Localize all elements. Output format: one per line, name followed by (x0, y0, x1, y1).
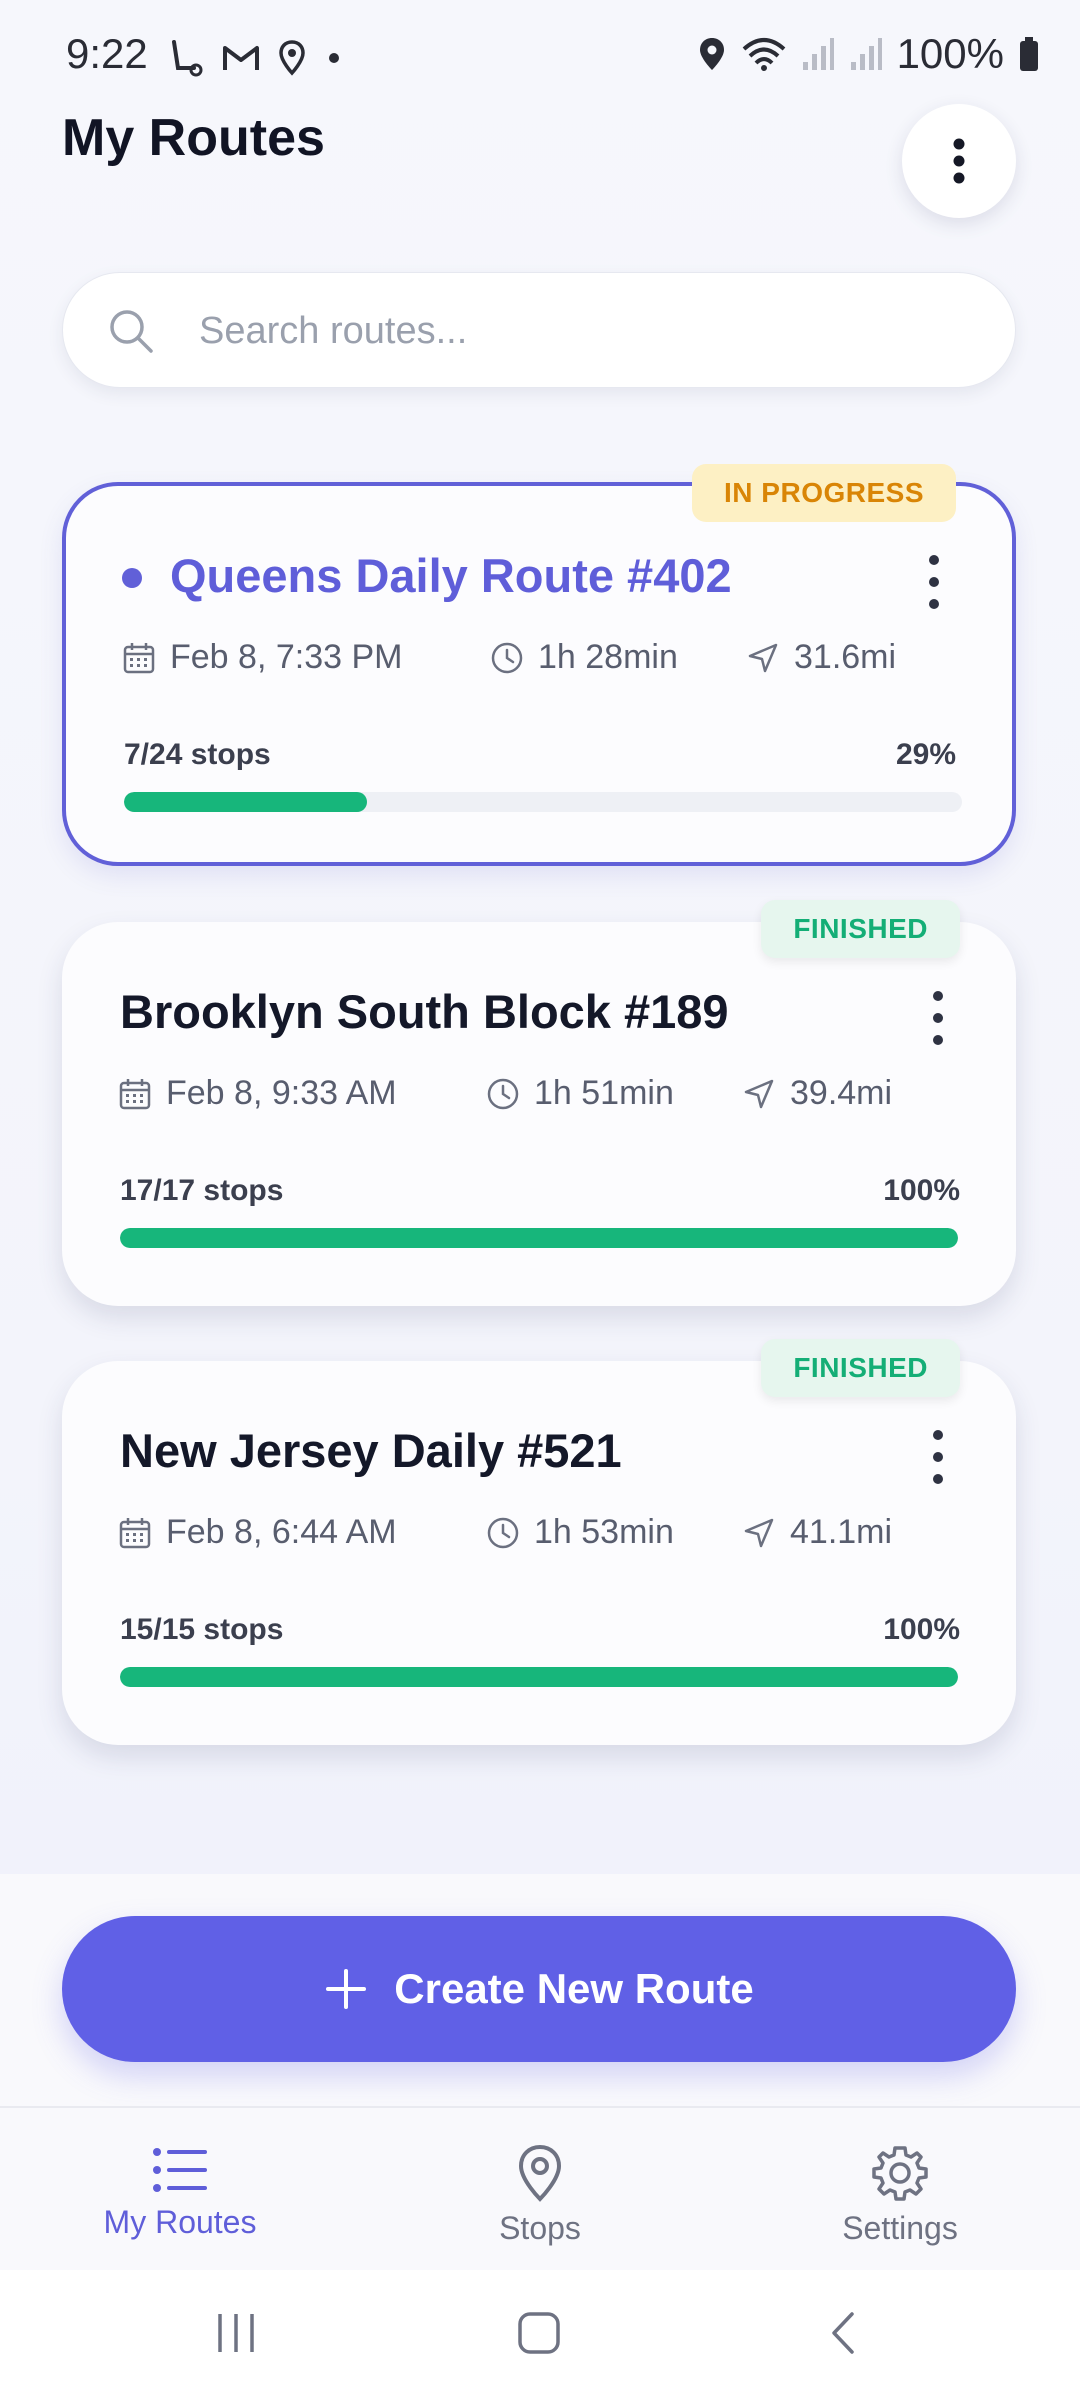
scooter-icon (172, 40, 203, 77)
route-date: Feb 8, 7:33 PM (122, 638, 402, 677)
status-notification-icons (166, 38, 344, 78)
search-bar[interactable] (62, 272, 1016, 388)
route-card[interactable]: FINISHED New Jersey Daily #521 Feb 8, 6:… (62, 1339, 1016, 1745)
progress-percent: 29% (895, 738, 956, 771)
progress-bar (124, 792, 962, 812)
status-bar: 9:22 100% (0, 0, 1080, 120)
gear-icon (872, 2146, 928, 2201)
nav-item-my-routes[interactable]: My Routes (60, 2144, 300, 2241)
wifi-icon (742, 38, 785, 71)
route-date-text: Feb 8, 6:44 AM (166, 1513, 397, 1551)
more-vertical-icon (953, 138, 965, 184)
status-system-icons: 100% (697, 30, 1040, 78)
route-distance: 31.6mi (746, 638, 896, 677)
route-duration: 1h 28min (490, 638, 678, 677)
route-distance-text: 41.1mi (790, 1513, 893, 1551)
route-distance-text: 31.6mi (794, 638, 897, 676)
route-title: New Jersey Daily #521 (120, 1424, 622, 1477)
route-card[interactable]: FINISHED Brooklyn South Block #189 Feb 8… (62, 900, 1016, 1306)
system-navigation-bar (0, 2270, 1080, 2400)
route-date-text: Feb 8, 9:33 AM (166, 1074, 397, 1112)
progress-percent: 100% (883, 1613, 960, 1646)
route-duration-text: 1h 28min (538, 638, 678, 676)
progress-percent: 100% (883, 1174, 960, 1207)
route-duration: 1h 51min (486, 1074, 674, 1113)
nav-label: My Routes (103, 2204, 257, 2240)
progress-bar (120, 1667, 958, 1687)
route-meta: Feb 8, 6:44 AM 1h 53min 41.1mi (118, 1513, 978, 1563)
signal-icon-2 (850, 38, 882, 70)
search-input[interactable] (199, 301, 959, 361)
route-title: Queens Daily Route #402 (170, 549, 732, 602)
progress-fill (120, 1667, 958, 1687)
route-date: Feb 8, 9:33 AM (118, 1074, 397, 1113)
status-time: 9:22 (66, 30, 148, 77)
status-badge: IN PROGRESS (692, 464, 956, 522)
battery-percent: 100% (896, 30, 1004, 77)
progress-fill (120, 1228, 958, 1248)
clock-icon (491, 642, 523, 673)
route-title: Brooklyn South Block #189 (120, 985, 729, 1038)
calendar-icon (123, 642, 155, 673)
route-duration: 1h 53min (486, 1513, 674, 1552)
navigation-icon (748, 643, 778, 672)
progress-bar (120, 1228, 958, 1248)
calendar-icon (119, 1517, 151, 1548)
location-filled-icon (699, 38, 724, 70)
stops-count: 7/24 stops (124, 738, 271, 771)
status-badge: FINISHED (761, 1339, 960, 1397)
more-vertical-icon[interactable] (926, 1427, 950, 1487)
navigation-icon (744, 1079, 774, 1108)
progress-fill (124, 792, 368, 812)
header-more-button[interactable] (902, 104, 1016, 218)
route-date-text: Feb 8, 7:33 PM (170, 638, 403, 676)
route-card[interactable]: IN PROGRESS Queens Daily Route #402 Feb … (62, 464, 1016, 866)
nav-label: Stops (499, 2210, 581, 2246)
route-duration-text: 1h 53min (534, 1513, 674, 1551)
route-duration-text: 1h 51min (534, 1074, 674, 1112)
route-distance: 39.4mi (742, 1074, 892, 1113)
nav-label: Settings (842, 2210, 958, 2246)
route-distance: 41.1mi (742, 1513, 892, 1552)
clock-icon (487, 1517, 519, 1548)
home-icon[interactable] (516, 2310, 562, 2356)
location-icon (279, 40, 305, 76)
stops-count: 17/17 stops (120, 1174, 284, 1207)
route-date: Feb 8, 6:44 AM (118, 1513, 397, 1552)
create-route-button[interactable]: Create New Route (62, 1916, 1016, 2062)
nav-item-stops[interactable]: Stops (420, 2144, 660, 2247)
more-vertical-icon[interactable] (926, 988, 950, 1048)
back-icon[interactable] (826, 2310, 860, 2356)
nav-item-settings[interactable]: Settings (780, 2144, 1020, 2247)
plus-icon (326, 1969, 367, 2009)
page-title: My Routes (62, 109, 325, 167)
route-meta: Feb 8, 9:33 AM 1h 51min 39.4mi (118, 1074, 978, 1124)
gmail-icon (223, 46, 259, 70)
status-badge: FINISHED (761, 900, 960, 958)
battery-icon (1020, 37, 1038, 71)
more-vertical-icon[interactable] (922, 552, 946, 612)
search-icon (110, 310, 153, 353)
navigation-icon (744, 1518, 774, 1547)
stops-count: 15/15 stops (120, 1613, 284, 1646)
list-icon (153, 2148, 207, 2192)
clock-icon (487, 1078, 519, 1109)
active-indicator-dot (122, 568, 142, 588)
recent-apps-icon[interactable] (214, 2310, 258, 2356)
signal-icon (802, 38, 834, 70)
map-pin-icon (518, 2144, 562, 2202)
bottom-navigation: My Routes Stops Settings (0, 2106, 1080, 2270)
calendar-icon (119, 1078, 151, 1109)
dot-icon (329, 53, 339, 63)
route-distance-text: 39.4mi (790, 1074, 893, 1112)
create-route-label: Create New Route (394, 1965, 754, 2012)
route-meta: Feb 8, 7:33 PM 1h 28min 31.6mi (122, 638, 982, 688)
